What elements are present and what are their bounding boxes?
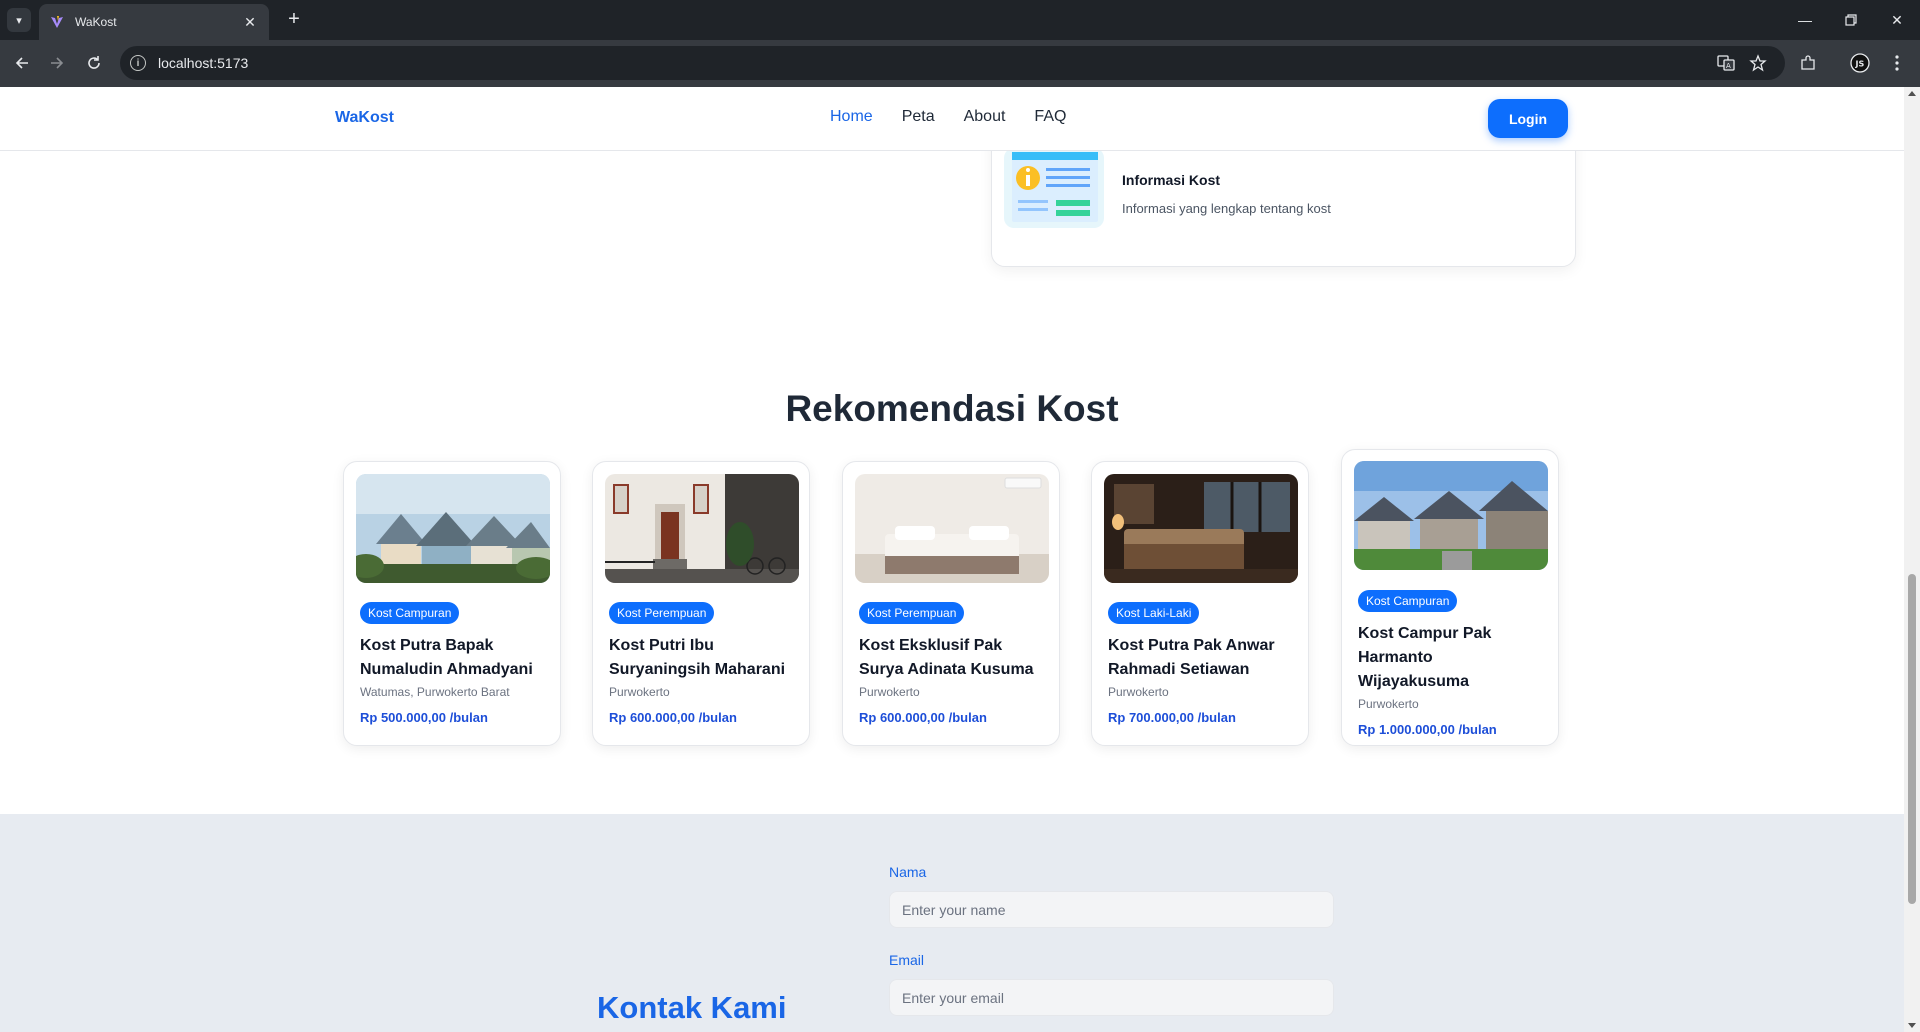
nav-link-home[interactable]: Home xyxy=(830,108,873,126)
kost-name: Kost Putra Pak Anwar Rahmadi Setiawan xyxy=(1108,637,1275,678)
name-input[interactable] xyxy=(889,891,1334,928)
url-text: localhost:5173 xyxy=(158,55,249,71)
close-window-icon[interactable]: ✕ xyxy=(1874,0,1920,40)
kost-card[interactable]: Kost Perempuan Kost Eksklusif Pak Surya … xyxy=(842,461,1060,746)
section-title-rekomendasi: Rekomendasi Kost xyxy=(785,388,1119,429)
site-info-icon[interactable]: i xyxy=(130,55,146,71)
new-tab-icon[interactable]: + xyxy=(282,8,306,32)
nav-link-about[interactable]: About xyxy=(964,108,1006,126)
site-navbar: WaKost Home Peta About FAQ Login xyxy=(0,87,1904,151)
kost-name: Kost Putra Bapak Numaludin Ahmadyani xyxy=(360,637,533,678)
contact-title: Kontak Kami xyxy=(597,990,787,1025)
kost-card[interactable]: Kost Campuran Kost Putra Bapak Numaludin… xyxy=(343,461,561,746)
menu-kebab-icon[interactable] xyxy=(1885,51,1909,75)
feature-description: Informasi yang lengkap tentang kost xyxy=(1122,201,1331,216)
kost-type-badge: Kost Perempuan xyxy=(859,602,965,624)
back-icon[interactable] xyxy=(10,51,34,75)
kost-photo-houses xyxy=(356,474,550,583)
kost-photo-suburban xyxy=(1354,461,1548,570)
reload-icon[interactable] xyxy=(82,51,106,75)
kost-type-badge: Kost Laki-Laki xyxy=(1108,602,1200,624)
nav-links: Home Peta About FAQ xyxy=(830,108,1095,126)
scroll-up-icon[interactable] xyxy=(1908,91,1916,96)
kost-name: Kost Eksklusif Pak Surya Adinata Kusuma xyxy=(859,637,1034,678)
page-scrollbar[interactable] xyxy=(1904,87,1920,1032)
kost-price: Rp 500.000,00 /bulan xyxy=(360,710,488,725)
brand-logo[interactable]: WaKost xyxy=(335,109,394,127)
name-label: Nama xyxy=(889,864,927,880)
kost-price: Rp 600.000,00 /bulan xyxy=(609,710,737,725)
kost-card[interactable]: Kost Perempuan Kost Putri Ibu Suryanings… xyxy=(592,461,810,746)
browser-toolbar: i localhost:5173 A JS xyxy=(0,40,1920,87)
minimize-icon[interactable]: — xyxy=(1782,0,1828,40)
kost-type-badge: Kost Campuran xyxy=(360,602,460,624)
kost-type-badge: Kost Perempuan xyxy=(609,602,715,624)
email-input[interactable] xyxy=(889,979,1334,1016)
kost-location: Purwokerto xyxy=(1358,697,1419,711)
tab-close-icon[interactable]: ✕ xyxy=(241,14,259,31)
svg-text:A: A xyxy=(1726,62,1731,70)
tab-title: WaKost xyxy=(75,15,117,29)
kost-photo-bedroom-dark xyxy=(1104,474,1298,583)
kost-type-badge: Kost Campuran xyxy=(1358,590,1458,612)
vite-favicon-icon xyxy=(49,14,65,30)
scroll-thumb[interactable] xyxy=(1908,574,1916,904)
kost-location: Purwokerto xyxy=(609,685,670,699)
kost-price: Rp 700.000,00 /bulan xyxy=(1108,710,1236,725)
kost-price: Rp 1.000.000,00 /bulan xyxy=(1358,722,1497,737)
kost-name: Kost Putri Ibu Suryaningsih Maharani xyxy=(609,637,786,678)
profile-avatar-icon[interactable]: JS xyxy=(1848,51,1872,75)
nav-link-faq[interactable]: FAQ xyxy=(1034,108,1066,126)
kost-photo-bedroom-white xyxy=(855,474,1049,583)
kost-location: Purwokerto xyxy=(1108,685,1169,699)
forward-icon[interactable] xyxy=(45,51,69,75)
kost-photo-townhouse xyxy=(605,474,799,583)
login-button[interactable]: Login xyxy=(1488,99,1568,138)
bookmark-star-icon[interactable] xyxy=(1746,51,1770,75)
kost-location: Purwokerto xyxy=(859,685,920,699)
kost-location: Watumas, Purwokerto Barat xyxy=(360,685,510,699)
tab-search-icon[interactable]: ▾ xyxy=(7,8,31,32)
svg-text:JS: JS xyxy=(1855,60,1865,69)
feature-title: Informasi Kost xyxy=(1122,172,1221,188)
translate-icon[interactable]: A xyxy=(1714,51,1738,75)
kost-price: Rp 600.000,00 /bulan xyxy=(859,710,987,725)
kost-name: Kost Campur Pak Harmanto Wijayakusuma xyxy=(1358,625,1492,690)
contact-section: Kontak Kami Nama Email xyxy=(0,814,1904,1032)
browser-tab-bar: ▾ WaKost ✕ + — ✕ xyxy=(0,0,1920,40)
browser-tab[interactable]: WaKost ✕ xyxy=(39,4,269,40)
nav-link-peta[interactable]: Peta xyxy=(902,108,935,126)
scroll-down-icon[interactable] xyxy=(1908,1023,1916,1028)
restore-icon[interactable] xyxy=(1828,0,1874,40)
extensions-icon[interactable] xyxy=(1796,51,1820,75)
email-label: Email xyxy=(889,952,925,968)
info-document-icon xyxy=(1004,148,1104,228)
kost-card[interactable]: Kost Laki-Laki Kost Putra Pak Anwar Rahm… xyxy=(1091,461,1309,746)
address-bar[interactable]: i localhost:5173 xyxy=(120,46,1785,80)
kost-card[interactable]: Kost Campuran Kost Campur Pak Harmanto W… xyxy=(1341,449,1559,746)
page-viewport: WaKost Home Peta About FAQ Login Informa… xyxy=(0,87,1920,1032)
